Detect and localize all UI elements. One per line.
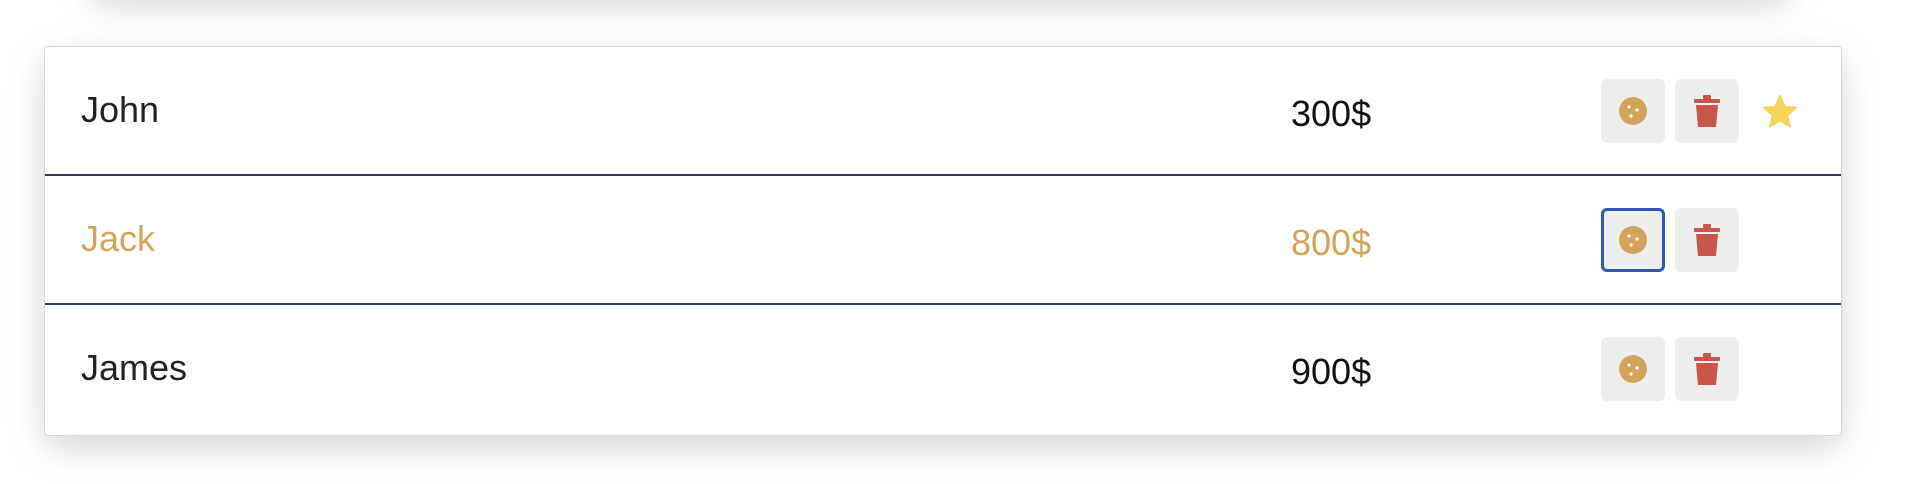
cookie-button[interactable] <box>1601 337 1665 401</box>
row-name: John <box>81 89 160 130</box>
row-name: Jack <box>81 218 156 259</box>
cookie-icon <box>1619 97 1647 125</box>
cookie-icon <box>1619 226 1647 254</box>
delete-button[interactable] <box>1675 208 1739 272</box>
trash-icon <box>1694 353 1720 385</box>
star-icon <box>1763 95 1797 128</box>
row-amount: 900$ <box>1291 351 1372 392</box>
cookie-icon <box>1619 355 1647 383</box>
cookie-button[interactable] <box>1601 208 1665 272</box>
delete-button[interactable] <box>1675 337 1739 401</box>
delete-button[interactable] <box>1675 79 1739 143</box>
table-row: Jack 800$ <box>45 176 1841 305</box>
trash-icon <box>1694 224 1720 256</box>
row-amount: 800$ <box>1291 222 1372 263</box>
table-row: James 900$ <box>45 305 1841 434</box>
cookie-button[interactable] <box>1601 79 1665 143</box>
row-amount: 300$ <box>1291 93 1372 134</box>
table-row: John 300$ <box>45 47 1841 176</box>
row-name: James <box>81 347 188 388</box>
trash-icon <box>1694 95 1720 127</box>
people-list: John 300$ Jack 800$ James 900$ <box>44 46 1842 436</box>
favorite-star <box>1761 93 1799 131</box>
